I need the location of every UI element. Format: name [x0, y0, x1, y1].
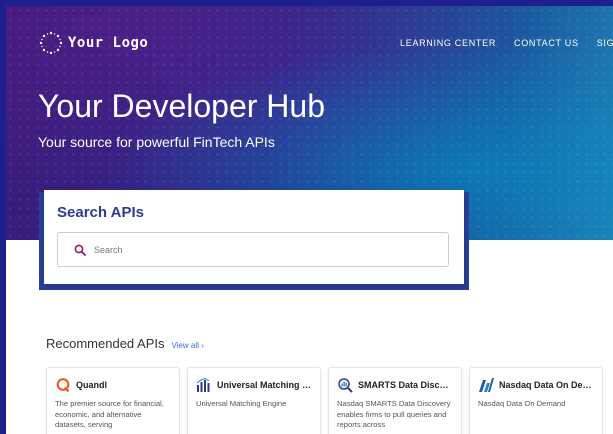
nav-sign-up[interactable]: SIGN UP: [597, 38, 613, 48]
site-logo[interactable]: Your Logo: [38, 30, 148, 56]
card-description: Nasdaq SMARTS Data Discovery enables fir…: [337, 399, 451, 429]
nav-contact-us[interactable]: CONTACT US: [514, 38, 579, 48]
card-header: Universal Matching E…: [196, 376, 312, 394]
api-card-smarts-data-discovery[interactable]: SMARTS Data Discov… Nasdaq SMARTS Data D…: [328, 367, 462, 434]
page-title: Your Developer Hub: [38, 88, 325, 124]
card-title: Nasdaq Data On Dem…: [499, 380, 594, 390]
api-card-nasdaq-data-on-demand[interactable]: Nasdaq Data On Dem… Nasdaq Data On Deman…: [469, 367, 603, 434]
search-card: Search APIs: [44, 190, 464, 284]
card-title: SMARTS Data Discov…: [358, 380, 453, 390]
card-title: Universal Matching E…: [217, 380, 312, 390]
developer-hub-page: Your Logo LEARNING CENTER CONTACT US SIG…: [6, 6, 613, 434]
card-description: Nasdaq Data On Demand: [478, 399, 566, 408]
card-description: The premier source for financial, econom…: [55, 399, 164, 429]
bar-chart-icon: [196, 377, 210, 392]
search-icon: [74, 244, 86, 256]
magnifier-chart-icon: [338, 378, 353, 393]
search-title: Search APIs: [57, 204, 144, 221]
logo-text: Your Logo: [68, 35, 149, 51]
card-header: Quandl: [55, 376, 171, 394]
recommended-api-cards: Quandl The premier source for financial,…: [46, 367, 603, 434]
api-card-quandl[interactable]: Quandl The premier source for financial,…: [46, 367, 180, 434]
search-input[interactable]: [92, 243, 396, 256]
card-header: SMARTS Data Discov…: [337, 376, 453, 394]
quandl-logo-icon: [56, 378, 70, 393]
page-subtitle: Your source for powerful FinTech APIs: [38, 134, 275, 150]
card-header: Nasdaq Data On Dem…: [478, 376, 594, 394]
card-description: Universal Matching Engine: [196, 399, 287, 408]
logo-dots-icon: [39, 31, 63, 55]
api-card-universal-matching-engine[interactable]: Universal Matching E… Universal Matching…: [187, 367, 321, 434]
card-title: Quandl: [76, 380, 107, 390]
recommended-title: Recommended APIs: [46, 336, 165, 351]
view-all-link[interactable]: View all ›: [172, 341, 204, 350]
top-nav: LEARNING CENTER CONTACT US SIGN UP: [400, 38, 613, 48]
nav-learning-center[interactable]: LEARNING CENTER: [400, 38, 496, 48]
recommended-header: Recommended APIs View all ›: [46, 336, 204, 351]
nasdaq-logo-icon: [479, 378, 494, 392]
search-box[interactable]: [57, 232, 449, 267]
